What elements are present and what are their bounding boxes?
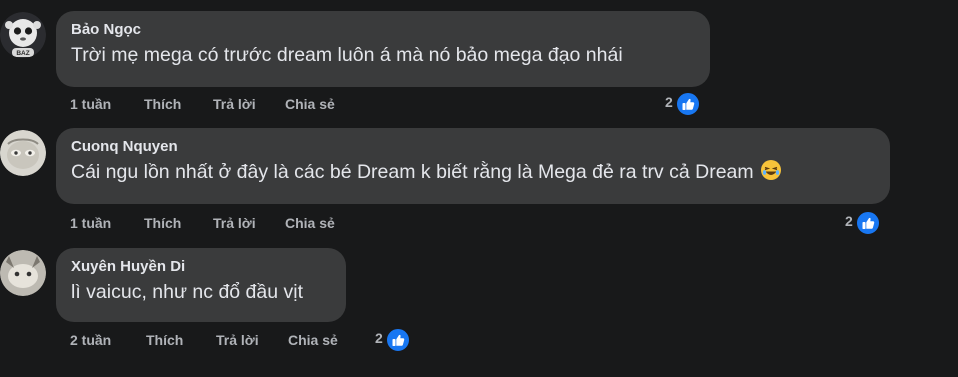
comment-bubble: Xuyên Huyền Di lì vaicuc, như nc đổ đầu …: [56, 248, 346, 322]
avatar-badge-text: BAZ: [16, 50, 29, 57]
avatar[interactable]: [0, 250, 46, 296]
comment-author[interactable]: Xuyên Huyền Di: [71, 258, 332, 276]
reply-button[interactable]: Trả lời: [213, 215, 256, 231]
reaction-count: 2: [375, 330, 383, 346]
comment-timestamp[interactable]: 1 tuần: [70, 96, 111, 112]
comment-timestamp[interactable]: 2 tuần: [70, 332, 111, 348]
like-button[interactable]: Thích: [144, 215, 181, 231]
share-button[interactable]: Chia sẻ: [288, 332, 338, 348]
avatar[interactable]: [0, 130, 46, 176]
comment-text: Trời mẹ mega có trước dream luôn á mà nó…: [71, 44, 623, 66]
comment-timestamp[interactable]: 1 tuần: [70, 215, 111, 231]
comment-text: Cái ngu lồn nhất ở đây là các bé Dream k…: [71, 161, 754, 183]
share-button[interactable]: Chia sẻ: [285, 215, 335, 231]
comment-author[interactable]: Cuonq Nquyen: [71, 138, 876, 156]
like-reaction-icon: [386, 328, 410, 352]
comment-text: lì vaicuc, như nc đổ đầu vịt: [71, 281, 304, 303]
avatar-image: [0, 250, 46, 296]
reply-button[interactable]: Trả lời: [216, 332, 259, 348]
laughing-emoji-icon: [760, 160, 781, 180]
comment-bubble: Bảo Ngọc Trời mẹ mega có trước dream luô…: [56, 11, 710, 87]
avatar-image: [0, 130, 46, 176]
comment-text-row: Cái ngu lồn nhất ở đây là các bé Dream k…: [71, 159, 876, 185]
reply-button[interactable]: Trả lời: [213, 96, 256, 112]
like-reaction-icon: [856, 211, 880, 235]
avatar[interactable]: BAZ: [0, 12, 46, 58]
like-reaction-icon: [676, 92, 700, 116]
reaction-count: 2: [845, 213, 853, 229]
reaction-count: 2: [665, 94, 673, 110]
comment-author[interactable]: Bảo Ngọc: [71, 21, 696, 39]
like-button[interactable]: Thích: [146, 332, 183, 348]
share-button[interactable]: Chia sẻ: [285, 96, 335, 112]
avatar-image: BAZ: [0, 12, 46, 58]
comment-bubble: Cuonq Nquyen Cái ngu lồn nhất ở đây là c…: [56, 128, 890, 204]
like-button[interactable]: Thích: [144, 96, 181, 112]
